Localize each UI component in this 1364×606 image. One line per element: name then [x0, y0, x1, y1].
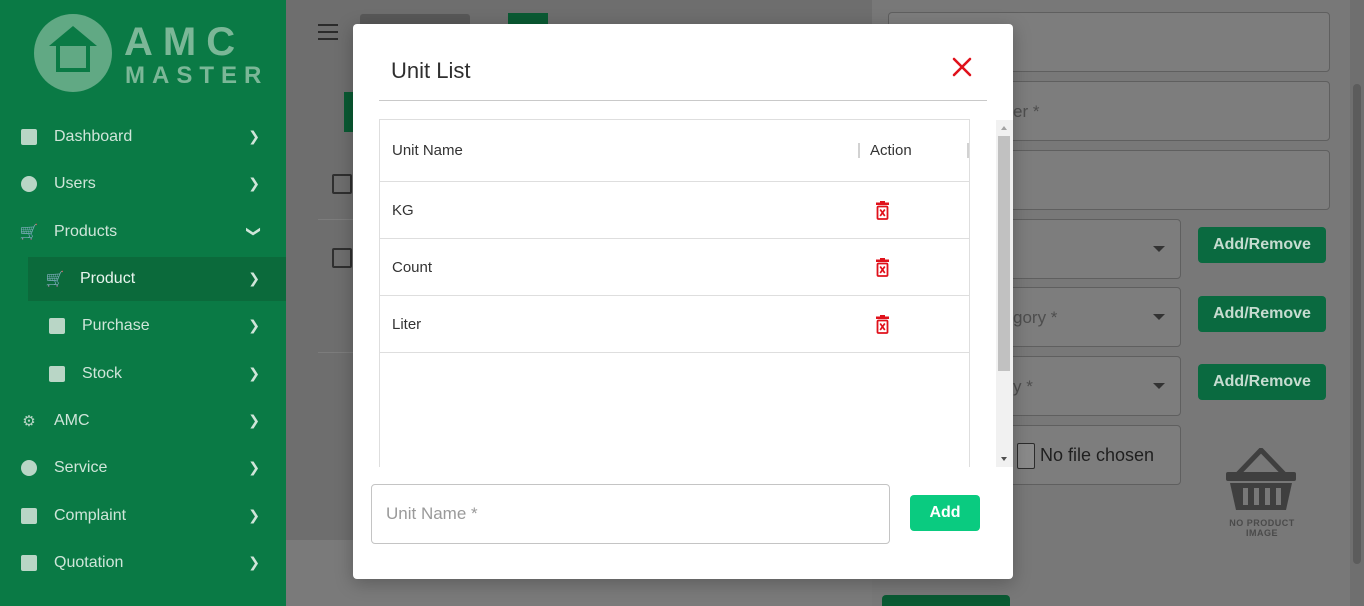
chevron-right-icon: ❯ [248, 175, 260, 191]
sidebar-item-label: Users [54, 175, 96, 192]
users-icon [20, 175, 38, 193]
unit-add-remove-button[interactable]: Add/Remove [1198, 227, 1326, 263]
sidebar-item-product[interactable]: 🛒 Product ❯ [28, 257, 286, 301]
modal-title: Unit List [391, 58, 471, 83]
sidebar-item-label: Products [54, 223, 118, 240]
delete-icon[interactable] [875, 258, 890, 277]
document-icon [20, 554, 38, 572]
column-separator[interactable] [967, 143, 969, 158]
table-row: Liter [380, 296, 969, 353]
select-all-checkbox[interactable] [332, 174, 352, 194]
delete-icon[interactable] [875, 201, 890, 220]
field-label: gory * [1013, 308, 1058, 327]
file-status: No file chosen [1040, 445, 1155, 465]
field-label: er * [1013, 102, 1040, 121]
third-add-remove-button[interactable]: Add/Remove [1198, 364, 1326, 400]
column-separator[interactable] [858, 143, 860, 158]
dropdown-arrow-icon [1153, 314, 1165, 320]
unit-table: Unit Name Action KG Count Liter [379, 119, 970, 467]
logo-text-bottom: MASTER [125, 62, 269, 89]
category-add-remove-button[interactable]: Add/Remove [1198, 296, 1326, 332]
sidebar-item-amc[interactable]: ⚙ AMC ❯ [0, 399, 286, 443]
sidebar-item-label: Product [80, 270, 136, 287]
modal-divider [379, 100, 987, 101]
sidebar-item-label: Stock [82, 365, 123, 382]
table-row: KG [380, 182, 969, 239]
sidebar: AMC MASTER Dashboard ❯ Users ❯ 🛒 Product… [0, 0, 286, 606]
field-label: y * [1013, 377, 1033, 396]
cart-icon: 🛒 [19, 224, 39, 241]
unit-name-cell: Count [392, 259, 433, 276]
sidebar-item-stock[interactable]: Stock ❯ [0, 352, 286, 396]
drawer-scrollbar[interactable] [1350, 0, 1364, 606]
sidebar-item-quotation[interactable]: Quotation ❯ [0, 541, 286, 585]
unit-list-modal: Unit List Unit Name Action KG Count Lite… [353, 24, 1013, 579]
sidebar-item-label: Service [54, 459, 108, 476]
chevron-right-icon: ❯ [248, 317, 260, 333]
unit-name-cell: KG [392, 202, 414, 219]
dashboard-icon [20, 128, 38, 146]
sidebar-item-label: Dashboard [54, 128, 133, 145]
table-header: Unit Name Action [380, 120, 969, 182]
sidebar-item-service[interactable]: Service ❯ [0, 446, 286, 490]
menu-icon[interactable] [318, 24, 338, 40]
chevron-right-icon: ❯ [248, 412, 260, 428]
chevron-down-icon: ❯ [246, 225, 263, 238]
sidebar-item-dashboard[interactable]: Dashboard ❯ [0, 115, 286, 159]
dropdown-arrow-icon [1153, 383, 1165, 389]
archive-icon [48, 317, 66, 335]
close-icon[interactable] [951, 56, 973, 78]
no-product-image-label: NO PRODUCT IMAGE [1229, 518, 1295, 538]
support-icon [20, 459, 38, 477]
choose-file-button[interactable] [1017, 443, 1035, 469]
sidebar-item-users[interactable]: Users ❯ [0, 162, 286, 206]
sidebar-item-complaint[interactable]: Complaint ❯ [0, 494, 286, 538]
sidebar-item-purchase[interactable]: Purchase ❯ [0, 304, 286, 348]
scrollbar-thumb[interactable] [998, 136, 1010, 371]
add-unit-button[interactable]: Add [910, 495, 980, 531]
scroll-up-icon[interactable] [1001, 126, 1007, 130]
complaint-icon [20, 507, 38, 525]
amc-master-logo: AMC MASTER [30, 10, 261, 100]
sidebar-item-products[interactable]: 🛒 Products ❯ [0, 210, 286, 254]
chevron-right-icon: ❯ [248, 459, 260, 475]
unit-name-input[interactable] [371, 484, 890, 544]
dropdown-arrow-icon [1153, 246, 1165, 252]
basket-icon [1226, 448, 1296, 510]
store-icon [48, 365, 66, 383]
modal-scrollbar[interactable] [996, 120, 1013, 467]
chevron-right-icon: ❯ [248, 365, 260, 381]
row-checkbox[interactable] [332, 248, 352, 268]
drawer-submit-button[interactable] [882, 595, 1010, 606]
logo-text-top: AMC [124, 20, 246, 64]
sidebar-item-label: Complaint [54, 507, 127, 524]
gears-icon: ⚙ [22, 413, 36, 430]
chevron-right-icon: ❯ [248, 554, 260, 570]
chevron-right-icon: ❯ [248, 128, 260, 144]
column-header-action[interactable]: Action [870, 142, 912, 159]
scroll-down-icon[interactable] [1001, 457, 1007, 461]
sidebar-item-label: Quotation [54, 554, 124, 571]
cart-icon: 🛒 [45, 271, 65, 288]
sidebar-item-label: AMC [54, 412, 90, 429]
unit-name-cell: Liter [392, 316, 422, 333]
delete-icon[interactable] [875, 315, 890, 334]
chevron-right-icon: ❯ [248, 507, 260, 523]
chevron-right-icon: ❯ [248, 270, 260, 286]
table-row: Count [380, 239, 969, 296]
column-header-unit-name[interactable]: Unit Name [392, 142, 463, 159]
sidebar-item-label: Purchase [82, 317, 150, 334]
